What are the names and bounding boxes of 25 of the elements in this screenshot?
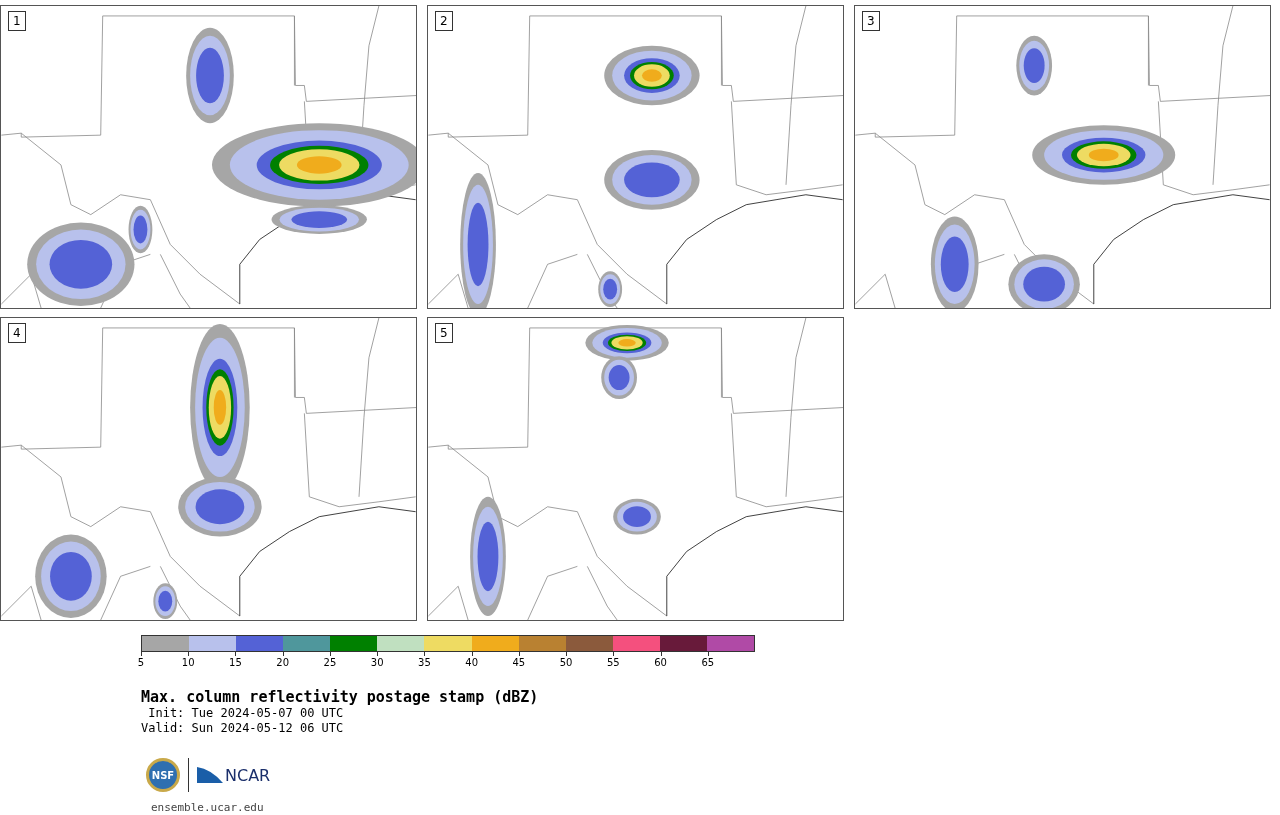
wave-logo-icon: [197, 765, 223, 785]
tick-label: 25: [323, 657, 337, 669]
tick-label: 15: [229, 657, 242, 669]
tick-label: 45: [512, 657, 526, 669]
tick-label: 20: [276, 657, 290, 669]
tick-label: 35: [418, 657, 431, 669]
tick-label: 50: [559, 657, 573, 669]
chart-title: Max. column reflectivity postage stamp (dBZ): [141, 688, 539, 706]
panel-number: 5: [435, 323, 453, 343]
tick-label: 55: [607, 657, 620, 669]
seal-logo: NSF: [146, 758, 180, 792]
panel-number: 1: [8, 11, 26, 31]
logo-text: NCAR: [225, 767, 271, 785]
tick-label: 5: [137, 657, 145, 669]
panel-number: 2: [435, 11, 453, 31]
tick-label: 40: [465, 657, 478, 669]
footer-url[interactable]: ensemble.ucar.edu: [151, 800, 264, 815]
valid-time: Valid: Sun 2024-05-12 06 UTC: [141, 721, 344, 736]
panel-number: 4: [8, 323, 26, 343]
tick-label: 65: [701, 657, 715, 669]
tick-label: 60: [654, 657, 667, 669]
init-time: Init: Tue 2024-05-07 00 UTC: [147, 706, 344, 721]
panel-number: 3: [862, 11, 880, 31]
tick-label: 30: [370, 657, 384, 669]
tick-label: 10: [181, 657, 195, 669]
